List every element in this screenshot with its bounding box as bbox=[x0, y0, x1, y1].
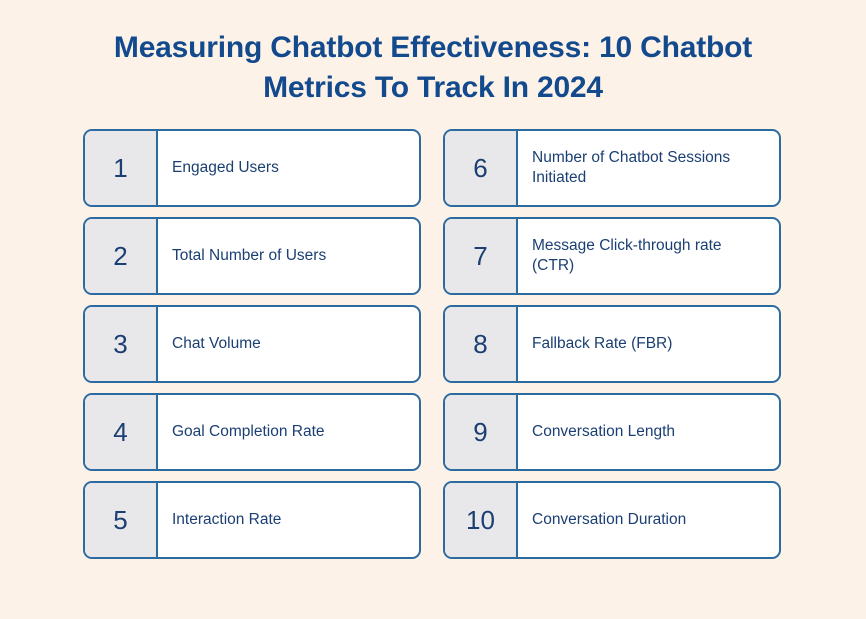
metric-card: 5 Interaction Rate bbox=[83, 481, 421, 560]
metric-card: 8 Fallback Rate (FBR) bbox=[443, 305, 781, 384]
metric-label: Chat Volume bbox=[172, 334, 261, 352]
metric-number: 2 bbox=[113, 241, 128, 272]
metric-card: 6 Number of Chatbot Sessions Initiated bbox=[443, 129, 781, 208]
metric-card: 1 Engaged Users bbox=[83, 129, 421, 208]
metric-number: 9 bbox=[473, 417, 488, 448]
metric-number: 7 bbox=[473, 241, 488, 272]
page-title-line-1: Measuring Chatbot Effectiveness: 10 Chat… bbox=[113, 31, 753, 64]
metric-label: Conversation Length bbox=[532, 422, 676, 440]
metric-card: 9 Conversation Length bbox=[443, 393, 781, 472]
metric-number-box: 5 bbox=[85, 483, 158, 558]
metric-number-box: 4 bbox=[85, 395, 158, 470]
metric-number-box: 2 bbox=[85, 219, 158, 294]
metric-number: 6 bbox=[473, 153, 488, 184]
metric-label: Total Number of Users bbox=[172, 246, 327, 264]
metric-label-box: Fallback Rate (FBR) bbox=[518, 307, 779, 381]
metrics-grid: 1 Engaged Users 6 Number of Chatbot Sess… bbox=[0, 107, 866, 560]
metric-label-box: Chat Volume bbox=[158, 307, 419, 381]
metric-number: 5 bbox=[113, 505, 128, 536]
metric-label-box: Engaged Users bbox=[158, 131, 419, 205]
metric-label: Engaged Users bbox=[172, 158, 279, 176]
metric-label-box: Message Click-through rate (CTR) bbox=[518, 219, 779, 293]
metric-label: Number of Chatbot Sessions Initiated bbox=[532, 148, 731, 187]
metric-number: 10 bbox=[466, 505, 495, 536]
metric-label-box: Total Number of Users bbox=[158, 219, 419, 293]
metric-card: 7 Message Click-through rate (CTR) bbox=[443, 217, 781, 296]
page-title: Measuring Chatbot Effectiveness: 10 Chat… bbox=[0, 0, 866, 107]
metric-number: 4 bbox=[113, 417, 128, 448]
metric-label: Fallback Rate (FBR) bbox=[532, 334, 673, 352]
metric-number: 3 bbox=[113, 329, 128, 360]
metric-label-box: Goal Completion Rate bbox=[158, 395, 419, 469]
metric-number-box: 7 bbox=[445, 219, 518, 294]
metric-card: 10 Conversation Duration bbox=[443, 481, 781, 560]
metric-number-box: 9 bbox=[445, 395, 518, 470]
metric-card: 4 Goal Completion Rate bbox=[83, 393, 421, 472]
metric-card: 2 Total Number of Users bbox=[83, 217, 421, 296]
metric-label: Message Click-through rate (CTR) bbox=[532, 236, 722, 275]
metric-label: Conversation Duration bbox=[532, 510, 687, 528]
metric-number-box: 10 bbox=[445, 483, 518, 558]
metric-number-box: 3 bbox=[85, 307, 158, 382]
metric-label: Goal Completion Rate bbox=[172, 422, 325, 440]
page-title-line-2: Metrics To Track In 2024 bbox=[263, 70, 603, 104]
metric-label-box: Conversation Duration bbox=[518, 483, 779, 557]
infographic-root: Measuring Chatbot Effectiveness: 10 Chat… bbox=[0, 0, 866, 619]
metric-number-box: 1 bbox=[85, 131, 158, 206]
metric-card: 3 Chat Volume bbox=[83, 305, 421, 384]
metric-label-box: Conversation Length bbox=[518, 395, 779, 469]
metric-label: Interaction Rate bbox=[172, 510, 282, 528]
metric-number-box: 8 bbox=[445, 307, 518, 382]
metric-label-box: Interaction Rate bbox=[158, 483, 419, 557]
metric-number-box: 6 bbox=[445, 131, 518, 206]
metric-number: 8 bbox=[473, 329, 488, 360]
metric-number: 1 bbox=[113, 153, 128, 184]
metric-label-box: Number of Chatbot Sessions Initiated bbox=[518, 131, 779, 205]
